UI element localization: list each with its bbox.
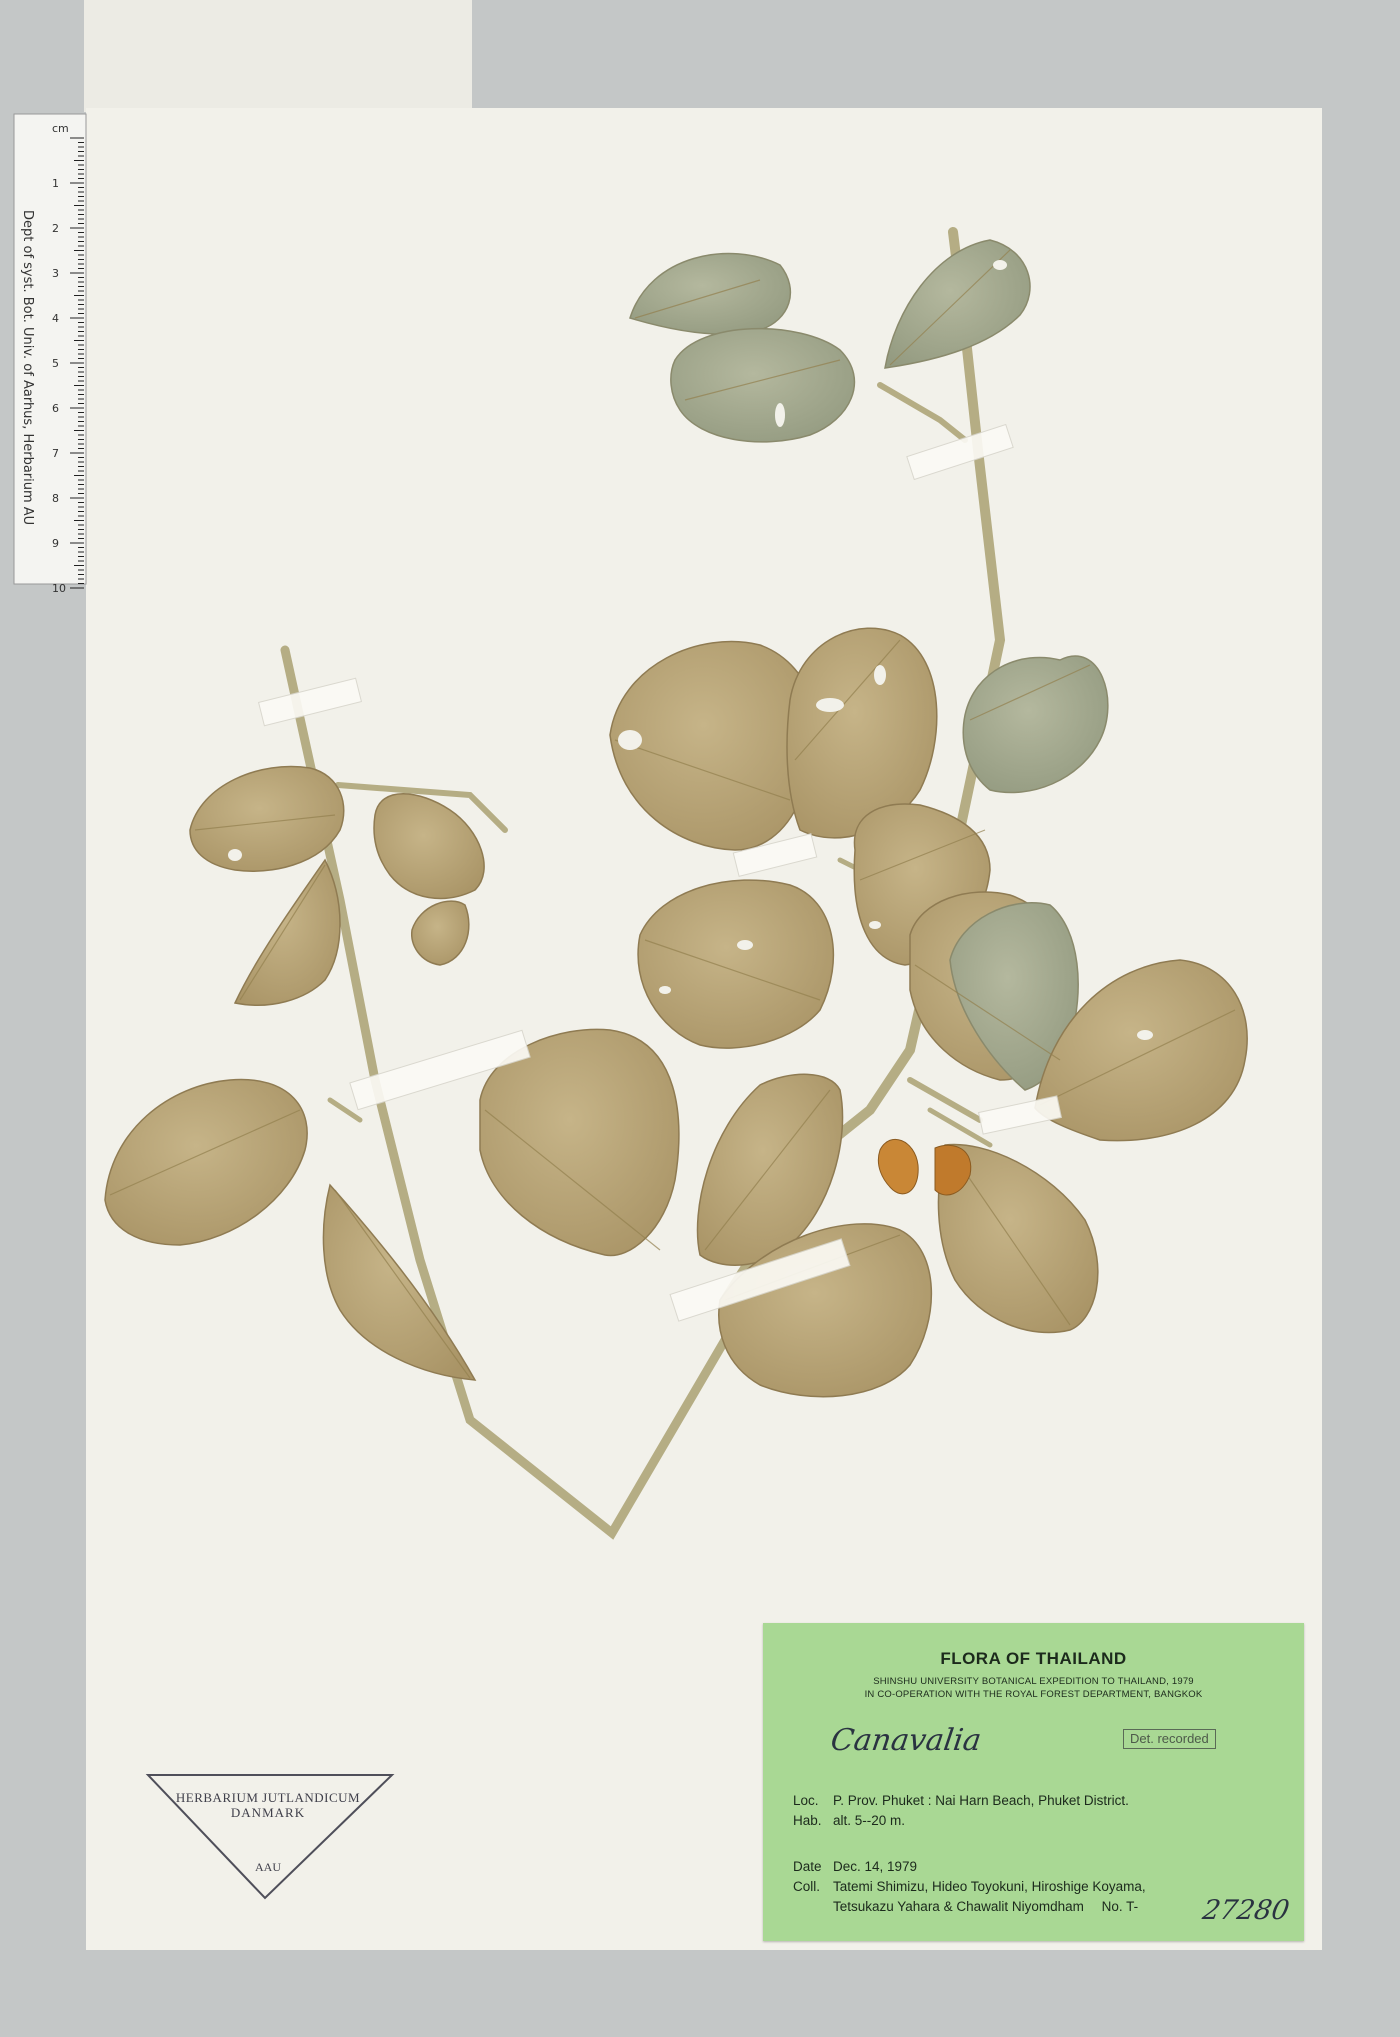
stamp-line-1: HERBARIUM JUTLANDICUM — [175, 1790, 361, 1805]
specimen-label: FLORA OF THAILAND SHINSHU UNIVERSITY BOT… — [763, 1623, 1304, 1941]
coll-key: Coll. — [793, 1879, 821, 1894]
date-value: Dec. 14, 1979 — [833, 1859, 918, 1874]
det-recorded-stamp: Det. recorded — [1123, 1729, 1216, 1749]
coll-value-2: Tetsukazu Yahara & Chawalit Niyomdham — [833, 1899, 1084, 1914]
ruler-side-text: Dept of syst. Bot. Univ. of Aarhus, Herb… — [20, 210, 35, 525]
loc-key: Loc. — [793, 1793, 819, 1808]
ruler-tick-label: 5 — [52, 357, 59, 370]
ruler-tick-label: 9 — [52, 537, 59, 550]
leaf — [670, 327, 856, 443]
ruler-tick-label: 3 — [52, 267, 59, 280]
loc-row: Loc. P. Prov. Phuket : Nai Harn Beach, Ph… — [793, 1793, 1129, 1808]
hab-value: alt. 5--20 m. — [833, 1813, 906, 1828]
leaf — [637, 879, 835, 1049]
label-title: FLORA OF THAILAND — [940, 1649, 1127, 1668]
herbarium-stamp: HERBARIUM JUTLANDICUM DANMARK AAU — [143, 1772, 393, 1902]
label-subtitle-1: SHINSHU UNIVERSITY BOTANICAL EXPEDITION … — [873, 1676, 1194, 1687]
stamp-line-2: DANMARK — [230, 1805, 306, 1820]
collection-number-handwritten: 27280 — [1200, 1895, 1292, 1926]
ruler-tick-label: 4 — [52, 312, 59, 325]
hab-row: Hab. alt. 5--20 m. — [793, 1813, 905, 1828]
ruler-tick-label: 6 — [52, 402, 59, 415]
stamp-code: AAU — [255, 1860, 281, 1874]
determination-handwritten: Canavalia — [828, 1723, 984, 1758]
coll-value-1: Tatemi Shimizu, Hideo Toyokuni, Hiroshig… — [833, 1879, 1146, 1894]
date-key: Date — [793, 1859, 822, 1874]
scale-ruler: cm 1 2 3 4 5 6 7 8 9 10 Dept of syst. Bot. Univ. o… — [13, 113, 87, 595]
ruler-tick-label: 8 — [52, 492, 59, 505]
backing-card — [84, 0, 472, 112]
label-subtitle-2: IN CO-OPERATION WITH THE ROYAL FOREST DE… — [864, 1689, 1203, 1700]
ruler-tick-label: 2 — [52, 222, 59, 235]
loc-value: P. Prov. Phuket : Nai Harn Beach, Phuket… — [833, 1793, 1129, 1808]
coll-row: Coll. Tatemi Shimizu, Hideo Toyokuni, Hir… — [793, 1879, 1146, 1894]
number-prefix: No. T- — [1101, 1899, 1139, 1914]
ruler-unit: cm — [52, 122, 69, 135]
hab-key: Hab. — [793, 1813, 822, 1828]
ruler-tick-label: 1 — [52, 177, 59, 190]
ruler-tick-label: 10 — [52, 582, 66, 595]
ruler-tick-label: 7 — [52, 447, 59, 460]
date-row: Date Dec. 14, 1979 — [793, 1859, 917, 1874]
coll-row-2: Tetsukazu Yahara & Chawalit Niyomdham No… — [833, 1899, 1138, 1914]
